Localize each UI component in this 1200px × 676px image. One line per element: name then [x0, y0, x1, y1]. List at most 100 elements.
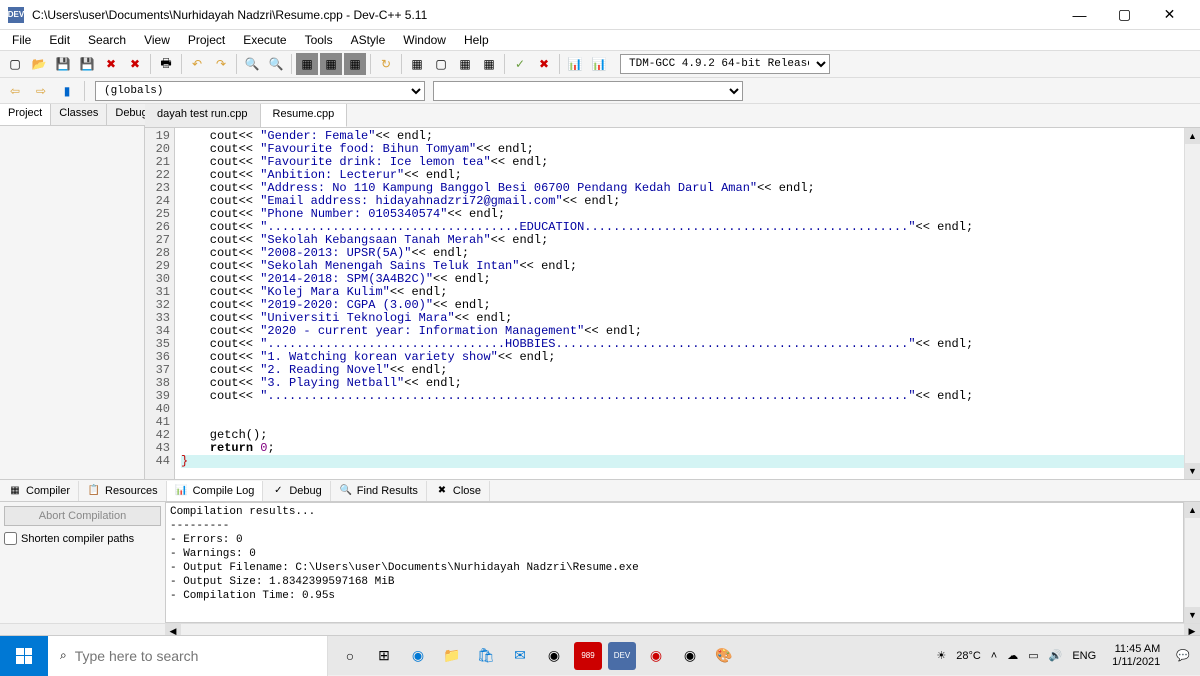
bottom-tab-debug[interactable]: ✓ Debug: [263, 481, 330, 501]
windows-icon: [16, 648, 32, 664]
left-panel: ProjectClassesDebug: [0, 104, 145, 479]
store-icon[interactable]: 🛍: [472, 642, 500, 670]
app3-icon[interactable]: ◉: [676, 642, 704, 670]
weather-icon[interactable]: ☀: [936, 649, 946, 662]
window-title: C:\Users\user\Documents\Nurhidayah Nadzr…: [32, 8, 1057, 22]
profile-icon[interactable]: 📊: [564, 53, 586, 75]
file-tab[interactable]: dayah test run.cpp: [145, 104, 261, 127]
save-all-icon[interactable]: 💾: [76, 53, 98, 75]
grid4-icon[interactable]: ▦: [478, 53, 500, 75]
start-button[interactable]: [0, 636, 48, 676]
menu-window[interactable]: Window: [395, 31, 454, 49]
compile-log[interactable]: Compilation results... --------- - Error…: [165, 502, 1184, 623]
close-file-icon[interactable]: ✖: [100, 53, 122, 75]
compile-icon[interactable]: ▦: [296, 53, 318, 75]
menu-astyle[interactable]: AStyle: [343, 31, 394, 49]
grid3-icon[interactable]: ▦: [454, 53, 476, 75]
find-icon[interactable]: 🔍: [241, 53, 263, 75]
taskview-icon[interactable]: ⊞: [370, 642, 398, 670]
code-editor[interactable]: 1920212223242526272829303132333435363738…: [145, 128, 1200, 479]
maximize-button[interactable]: ▢: [1102, 0, 1147, 30]
scroll-down-icon[interactable]: ▼: [1185, 463, 1200, 479]
devcpp-icon[interactable]: DEV: [608, 642, 636, 670]
menu-search[interactable]: Search: [80, 31, 134, 49]
lang-indicator[interactable]: ENG: [1072, 650, 1096, 662]
menu-project[interactable]: Project: [180, 31, 233, 49]
nav-fwd-icon[interactable]: ⇨: [30, 80, 52, 102]
save-icon[interactable]: 💾: [52, 53, 74, 75]
bottom-tab-compile-log[interactable]: 📊 Compile Log: [167, 481, 264, 501]
cortana-icon[interactable]: ○: [336, 642, 364, 670]
compile-run-icon[interactable]: ▦: [344, 53, 366, 75]
toolbar-nav: ⇦ ⇨ ▮ (globals): [0, 78, 1200, 104]
menu-view[interactable]: View: [136, 31, 178, 49]
titlebar: DEV C:\Users\user\Documents\Nurhidayah N…: [0, 0, 1200, 30]
scroll-up-icon[interactable]: ▲: [1185, 502, 1200, 518]
log-vscroll[interactable]: ▲ ▼: [1184, 502, 1200, 623]
profile2-icon[interactable]: 📊: [588, 53, 610, 75]
compiler-select[interactable]: TDM-GCC 4.9.2 64-bit Release: [620, 54, 830, 74]
stop-debug-icon[interactable]: ✖: [533, 53, 555, 75]
debug-icon[interactable]: ✓: [509, 53, 531, 75]
toolbar-main: ▢ 📂 💾 💾 ✖ ✖ 🖶 ↶ ↷ 🔍 🔍 ▦ ▦ ▦ ↻ ▦ ▢ ▦ ▦ ✓ …: [0, 50, 1200, 78]
vertical-scrollbar[interactable]: ▲ ▼: [1184, 128, 1200, 479]
menu-file[interactable]: File: [4, 31, 39, 49]
run-icon[interactable]: ▦: [320, 53, 342, 75]
grid2-icon[interactable]: ▢: [430, 53, 452, 75]
menu-tools[interactable]: Tools: [297, 31, 341, 49]
tray-clock[interactable]: 11:45 AM 1/11/2021: [1106, 643, 1166, 669]
left-tab-project[interactable]: Project: [0, 104, 51, 125]
taskbar-search[interactable]: ⌕: [48, 636, 328, 676]
app2-icon[interactable]: ◉: [642, 642, 670, 670]
chrome-icon[interactable]: ◉: [540, 642, 568, 670]
paint-icon[interactable]: 🎨: [710, 642, 738, 670]
battery-icon[interactable]: ▭: [1028, 649, 1038, 662]
abort-compilation-button[interactable]: Abort Compilation: [4, 506, 161, 526]
bookmark-icon[interactable]: ▮: [56, 80, 78, 102]
tray-chevron-icon[interactable]: ˄: [991, 650, 997, 662]
bottom-tab-resources[interactable]: 📋 Resources: [79, 481, 167, 501]
menu-help[interactable]: Help: [456, 31, 497, 49]
rebuild-icon[interactable]: ↻: [375, 53, 397, 75]
editor-area: dayah test run.cppResume.cpp 19202122232…: [145, 104, 1200, 479]
redo-icon[interactable]: ↷: [210, 53, 232, 75]
menubar: FileEditSearchViewProjectExecuteToolsASt…: [0, 30, 1200, 50]
close-all-icon[interactable]: ✖: [124, 53, 146, 75]
taskbar: ⌕ ○ ⊞ ◉ 📁 🛍 ✉ ◉ 989 DEV ◉ ◉ 🎨 ☀ 28°C ˄ ☁…: [0, 635, 1200, 675]
replace-icon[interactable]: 🔍: [265, 53, 287, 75]
volume-icon[interactable]: 🔊: [1049, 649, 1063, 662]
grid1-icon[interactable]: ▦: [406, 53, 428, 75]
onedrive-icon[interactable]: ☁: [1007, 649, 1018, 662]
mail-icon[interactable]: ✉: [506, 642, 534, 670]
app1-icon[interactable]: 989: [574, 642, 602, 670]
menu-edit[interactable]: Edit: [41, 31, 78, 49]
open-icon[interactable]: 📂: [28, 53, 50, 75]
new-file-icon[interactable]: ▢: [4, 53, 26, 75]
app-icon: DEV: [8, 7, 24, 23]
search-input[interactable]: [75, 648, 315, 664]
notifications-icon[interactable]: 💬: [1176, 649, 1190, 662]
file-tab[interactable]: Resume.cpp: [261, 104, 348, 127]
members-select[interactable]: [433, 81, 743, 101]
scroll-up-icon[interactable]: ▲: [1185, 128, 1200, 144]
close-button[interactable]: ✕: [1147, 0, 1192, 30]
bottom-panel: ▦ Compiler📋 Resources📊 Compile Log✓ Debu…: [0, 479, 1200, 639]
edge-icon[interactable]: ◉: [404, 642, 432, 670]
undo-icon[interactable]: ↶: [186, 53, 208, 75]
scroll-down-icon[interactable]: ▼: [1185, 607, 1200, 623]
nav-back-icon[interactable]: ⇦: [4, 80, 26, 102]
menu-execute[interactable]: Execute: [235, 31, 294, 49]
shorten-paths-checkbox[interactable]: Shorten compiler paths: [4, 532, 161, 545]
file-tabs: dayah test run.cppResume.cpp: [145, 104, 1200, 128]
globals-select[interactable]: (globals): [95, 81, 425, 101]
weather-temp[interactable]: 28°C: [956, 650, 981, 662]
bottom-tab-close[interactable]: ✖ Close: [427, 481, 490, 501]
line-gutter: 1920212223242526272829303132333435363738…: [145, 128, 175, 479]
minimize-button[interactable]: —: [1057, 0, 1102, 30]
explorer-icon[interactable]: 📁: [438, 642, 466, 670]
print-icon[interactable]: 🖶: [155, 53, 177, 75]
bottom-tab-compiler[interactable]: ▦ Compiler: [0, 481, 79, 501]
bottom-tab-find-results[interactable]: 🔍 Find Results: [331, 481, 427, 501]
search-icon: ⌕: [60, 648, 67, 663]
left-tab-classes[interactable]: Classes: [51, 104, 107, 125]
